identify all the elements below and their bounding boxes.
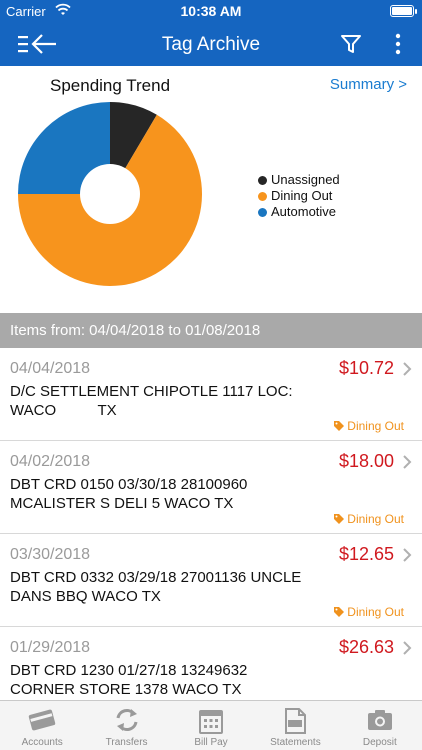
transaction-amount: $10.72: [338, 358, 394, 378]
transaction-amount: $26.63: [338, 637, 394, 657]
transaction-list: 04/04/2018 $10.72 D/C SETTLEMENT CHIPOTLE …: [0, 348, 422, 700]
chevron-right-icon: [403, 641, 412, 655]
bill-pay-icon: [199, 710, 224, 734]
tag-badge: Dining Out: [334, 512, 404, 526]
tag-badge: Dining Out: [334, 419, 404, 433]
date-range-bar: Items from: 04/04/2018 to 01/08/2018: [0, 313, 422, 348]
tab-accounts[interactable]: Accounts: [0, 701, 84, 750]
tab-bar: Accounts Transfers Bill Pay Statements D…: [0, 700, 422, 750]
tab-statements[interactable]: Statements: [253, 701, 337, 750]
spending-pie-chart: [18, 102, 202, 286]
chart-legend: Unassigned Dining Out Automotive: [258, 172, 340, 220]
tag-label: Dining Out: [347, 419, 404, 433]
tab-deposit[interactable]: Deposit: [338, 701, 422, 750]
legend-label: Unassigned: [271, 172, 340, 187]
legend-swatch: [258, 175, 267, 185]
legend-label: Automotive: [271, 204, 337, 219]
chevron-right-icon: [403, 455, 412, 469]
filter-icon[interactable]: [339, 32, 363, 56]
legend-item: Automotive: [258, 204, 340, 220]
clock: 10:38 AM: [180, 3, 242, 19]
tab-transfers[interactable]: Transfers: [84, 701, 168, 750]
statements-icon: [285, 708, 307, 734]
legend-swatch: [258, 207, 267, 217]
transaction-date: 01/29/2018: [10, 639, 91, 656]
tab-label: Deposit: [362, 737, 397, 748]
transaction-row[interactable]: 01/29/2018 $26.63 DBT CRD 1230 01/27/18 13…: [0, 627, 422, 700]
more-vertical-icon[interactable]: [390, 32, 406, 56]
chevron-right-icon: [403, 362, 412, 376]
tag-badge: Dining Out: [334, 605, 404, 619]
legend-item: Unassigned: [258, 172, 340, 188]
donut-hole: [80, 164, 140, 224]
tab-label: Transfers: [105, 737, 148, 748]
spending-trend-section: Spending Trend Summary > Unassigned Dinin…: [0, 66, 422, 313]
legend-item: Dining Out: [258, 188, 340, 204]
transaction-description: DBT CRD 1230 01/27/18 13249632 CORNER ST…: [10, 662, 252, 698]
transaction-amount: $12.65: [338, 544, 394, 564]
transaction-description: DBT CRD 0150 03/30/18 28100960 MCALISTER…: [10, 476, 252, 512]
transaction-date: 04/04/2018: [10, 360, 91, 377]
tab-label: Bill Pay: [194, 737, 228, 748]
accounts-icon: [28, 709, 56, 731]
status-bar: Carrier 10:38 AM: [0, 0, 422, 22]
tab-label: Accounts: [21, 737, 63, 748]
tag-label: Dining Out: [347, 605, 404, 619]
transaction-date: 03/30/2018: [10, 546, 91, 563]
deposit-icon: [367, 710, 392, 730]
nav-bar: Tag Archive: [0, 22, 422, 66]
tag-icon: [334, 607, 345, 617]
chevron-right-icon: [403, 548, 412, 562]
legend-swatch: [258, 191, 267, 201]
transaction-row[interactable]: 04/02/2018 $18.00 DBT CRD 0150 03/30/18 28…: [0, 441, 422, 534]
tag-icon: [334, 421, 345, 431]
transaction-description: DBT CRD 0332 03/29/18 27001136 UNCLE DAN…: [10, 569, 306, 605]
transaction-date: 04/02/2018: [10, 453, 91, 470]
transfers-icon: [116, 709, 138, 731]
tag-icon: [334, 514, 345, 524]
transaction-description: D/C SETTLEMENT CHIPOTLE 1117 LOC: WACO T…: [10, 383, 293, 419]
transaction-amount: $18.00: [338, 451, 394, 471]
legend-label: Dining Out: [271, 188, 333, 203]
tab-label: Statements: [270, 737, 321, 748]
tab-bill-pay[interactable]: Bill Pay: [169, 701, 253, 750]
battery-icon: [390, 5, 414, 17]
tag-label: Dining Out: [347, 512, 404, 526]
transaction-row[interactable]: 03/30/2018 $12.65 DBT CRD 0332 03/29/18 27…: [0, 534, 422, 627]
transaction-row[interactable]: 04/04/2018 $10.72 D/C SETTLEMENT CHIPOTLE …: [0, 348, 422, 441]
